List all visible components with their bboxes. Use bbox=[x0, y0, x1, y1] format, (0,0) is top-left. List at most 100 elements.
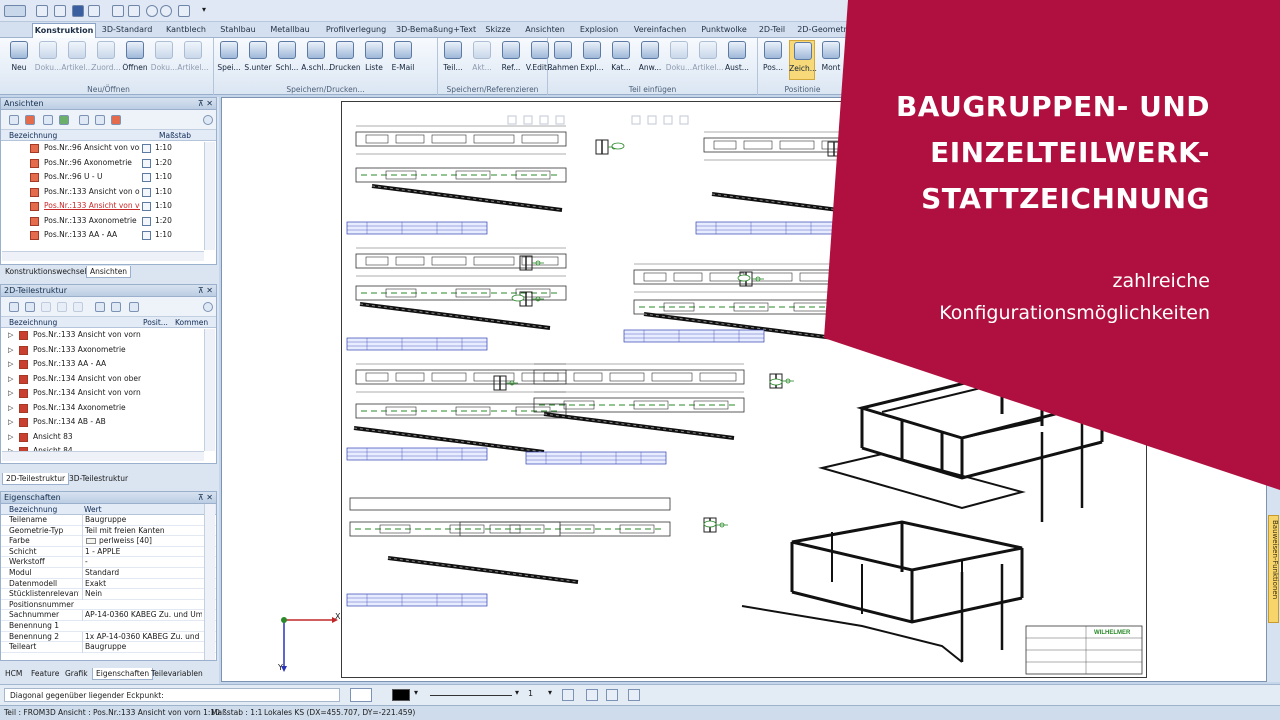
angle-icon[interactable] bbox=[606, 689, 618, 701]
col-massstab[interactable]: Maßstab bbox=[159, 131, 191, 140]
property-value[interactable]: 1 - APPLE bbox=[82, 546, 202, 558]
tree-icon[interactable] bbox=[129, 302, 139, 312]
open-icon[interactable] bbox=[54, 5, 66, 17]
ansichten-tab-2[interactable]: Ansichten bbox=[86, 266, 132, 278]
eigenschaften-tab-1[interactable]: HCM bbox=[2, 668, 25, 680]
undo-icon[interactable] bbox=[146, 5, 158, 17]
arrow-down-icon[interactable] bbox=[25, 115, 35, 125]
ribbon-button-3-0[interactable]: Rahmen bbox=[547, 40, 579, 80]
property-row[interactable]: Teileart Baugruppe bbox=[1, 642, 216, 653]
ansichten-hscrollbar[interactable] bbox=[2, 251, 204, 261]
ribbon-tab-4[interactable]: Stahlbau bbox=[216, 23, 260, 38]
view-row[interactable]: Pos.Nr.:96 U - U 1:10 bbox=[1, 170, 216, 185]
expand-chevron-icon[interactable]: ▷ bbox=[8, 343, 13, 357]
pin-icon[interactable]: ⊼ ✕ bbox=[198, 98, 213, 110]
ribbon-tab-11[interactable]: Vereinfachen bbox=[628, 23, 692, 38]
redo-icon[interactable] bbox=[160, 5, 172, 17]
ribbon-button-1-0[interactable]: Spei... bbox=[216, 40, 242, 80]
pin-icon[interactable]: ⊼ ✕ bbox=[198, 285, 213, 297]
ribbon-tab-6[interactable]: Profilverlegung bbox=[320, 23, 392, 38]
settings-icon[interactable] bbox=[178, 5, 190, 17]
ribbon-button-2-2[interactable]: Ref... bbox=[498, 40, 524, 80]
line-width-dropdown-icon[interactable]: ▾ bbox=[548, 688, 552, 697]
ribbon-button-0-6[interactable]: Artikel... bbox=[177, 40, 209, 80]
gear-icon[interactable] bbox=[203, 302, 213, 312]
copy-icon[interactable] bbox=[57, 302, 67, 312]
ribbon-tab-10[interactable]: Explosion bbox=[574, 23, 624, 38]
property-value[interactable]: AP-14-0360 KABEG Zu. und Um... bbox=[82, 610, 202, 621]
eigenschaften-tab-5[interactable]: Teilevariablen bbox=[148, 668, 206, 680]
view-row[interactable]: Pos.Nr.:96 Axonometrie 1:20 bbox=[1, 156, 216, 171]
teilestruktur-tab-2[interactable]: 3D-Teilestruktur bbox=[66, 473, 131, 485]
ribbon-tab-9[interactable]: Ansichten bbox=[520, 23, 570, 38]
line-settings-icon[interactable] bbox=[562, 689, 574, 701]
eigenschaften-tab-2[interactable]: Feature bbox=[28, 668, 62, 680]
col-bezeichnung[interactable]: Bezeichnung bbox=[9, 318, 57, 327]
view-new-icon[interactable] bbox=[43, 115, 53, 125]
pencil-icon[interactable] bbox=[25, 302, 35, 312]
ribbon-button-0-2[interactable]: Artikel... bbox=[61, 40, 93, 80]
sort-alt-icon[interactable] bbox=[111, 302, 121, 312]
crosshair-icon[interactable] bbox=[628, 689, 640, 701]
property-row[interactable]: Datenmodell Exakt bbox=[1, 578, 216, 590]
structure-row[interactable]: ▷ Pos.Nr.:134 Ansicht von vorn bbox=[1, 386, 216, 401]
ribbon-button-3-5[interactable]: Artikel... bbox=[692, 40, 724, 80]
line-style-dropdown-icon[interactable]: ▾ bbox=[515, 688, 519, 697]
ribbon-button-0-4[interactable]: Öffnen bbox=[122, 40, 148, 80]
property-row[interactable]: Farbe perlweiss [40] bbox=[1, 536, 216, 547]
ribbon-tab-2[interactable]: 3D-Standard bbox=[98, 23, 156, 38]
property-value[interactable]: Baugruppe bbox=[82, 642, 202, 653]
pin-icon[interactable]: ⊼ ✕ bbox=[198, 492, 213, 504]
ribbon-tab-3[interactable]: Kantblech bbox=[160, 23, 212, 38]
ansichten-tab-1[interactable]: Konstruktionswechsel bbox=[2, 266, 89, 278]
ribbon-tab-12[interactable]: Punktwolke bbox=[694, 23, 754, 38]
ribbon-button-1-5[interactable]: Liste bbox=[361, 40, 387, 80]
col-bezeichnung[interactable]: Bezeichnung bbox=[9, 131, 57, 140]
property-row[interactable]: Geometrie-Typ Teil mit freien Kanten bbox=[1, 525, 216, 537]
search-icon[interactable] bbox=[9, 302, 19, 312]
ribbon-tab-13[interactable]: 2D-Teil bbox=[754, 23, 790, 38]
property-row[interactable]: Werkstoff - bbox=[1, 557, 216, 568]
view-row[interactable]: Pos.Nr.:133 Axonometrie 1:20 bbox=[1, 214, 216, 229]
ribbon-button-0-5[interactable]: Doku... bbox=[151, 40, 177, 80]
ribbon-button-2-1[interactable]: Akt... bbox=[469, 40, 495, 80]
color-dropdown-icon[interactable]: ▾ bbox=[414, 688, 418, 697]
sort-icon[interactable] bbox=[79, 115, 89, 125]
properties-icon[interactable] bbox=[128, 5, 140, 17]
view-row[interactable]: Pos.Nr.:133 AA - AA 1:10 bbox=[1, 228, 216, 243]
line-width-value[interactable]: 1 bbox=[528, 689, 533, 698]
expand-chevron-icon[interactable]: ▷ bbox=[8, 430, 13, 444]
property-value[interactable]: Standard bbox=[82, 567, 202, 579]
customize-chevron-icon[interactable]: ▾ bbox=[202, 5, 210, 17]
ribbon-button-4-1[interactable]: Zeich... bbox=[789, 40, 817, 80]
teilestruktur-scrollbar[interactable] bbox=[204, 329, 215, 451]
color-swatch[interactable] bbox=[392, 689, 410, 701]
ribbon-button-1-1[interactable]: S.unter bbox=[244, 40, 272, 80]
expand-chevron-icon[interactable]: ▷ bbox=[8, 357, 13, 371]
ribbon-button-3-4[interactable]: Doku... bbox=[666, 40, 692, 80]
ribbon-button-1-2[interactable]: Schl... bbox=[274, 40, 300, 80]
cut-icon[interactable] bbox=[41, 302, 51, 312]
expand-chevron-icon[interactable]: ▷ bbox=[8, 372, 13, 386]
save-icon[interactable] bbox=[72, 5, 84, 17]
ribbon-tab-14[interactable]: 2D-Geometr bbox=[794, 23, 850, 38]
ribbon-tab-1[interactable]: Konstruktion bbox=[32, 23, 96, 38]
ribbon-button-3-2[interactable]: Kat... bbox=[608, 40, 634, 80]
line-style-preview[interactable] bbox=[430, 695, 512, 696]
ribbon-button-3-3[interactable]: Anw... bbox=[637, 40, 663, 80]
property-row[interactable]: Benennung 2 1x AP-14-0360 KABEG Zu. und U… bbox=[1, 631, 216, 643]
command-prompt[interactable]: Diagonal gegenüber liegender Eckpunkt: bbox=[4, 688, 340, 702]
property-row[interactable]: Teilename Baugruppe bbox=[1, 515, 216, 526]
sort-alt-icon[interactable] bbox=[95, 115, 105, 125]
structure-row[interactable]: ▷ Pos.Nr.:134 AB - AB bbox=[1, 415, 216, 430]
ribbon-button-0-3[interactable]: Zuord... bbox=[91, 40, 121, 80]
ribbon-button-3-6[interactable]: Aust... bbox=[724, 40, 750, 80]
view-row[interactable]: Pos.Nr.:133 Ansicht von vorn 1:10 bbox=[1, 199, 216, 214]
property-value[interactable]: - bbox=[82, 557, 202, 568]
ribbon-button-3-1[interactable]: Expl... bbox=[579, 40, 605, 80]
bauweisen-funktionen-tab[interactable]: Bauweisen-Funktionen bbox=[1268, 515, 1279, 623]
new-icon[interactable] bbox=[36, 5, 48, 17]
property-value[interactable]: perlweiss [40] bbox=[82, 536, 202, 547]
ribbon-button-4-2[interactable]: Mont bbox=[818, 40, 844, 80]
expand-chevron-icon[interactable]: ▷ bbox=[8, 415, 13, 429]
